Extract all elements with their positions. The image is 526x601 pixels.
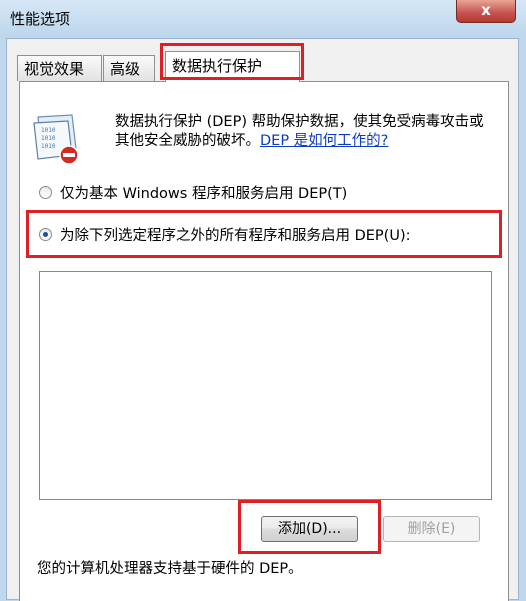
tab-data-execution-prevention[interactable]: 数据执行保护 (165, 51, 300, 82)
dep-description: 数据执行保护 (DEP) 帮助保护数据，使其免受病毒攻击或其他安全威胁的破坏。D… (115, 113, 495, 151)
performance-options-dialog: 视觉效果 高级 数据执行保护 1010 1010 1010 数据执行保护 (DE… (6, 38, 519, 601)
radio-essential-only[interactable]: 仅为基本 Windows 程序和服务启用 DEP(T) (39, 182, 347, 203)
window-title: 性能选项 (10, 10, 71, 28)
radio-all-except-button[interactable] (39, 228, 52, 241)
binary-text: 1010 (41, 127, 56, 134)
program-listbox[interactable] (39, 271, 492, 500)
tab-label: 数据执行保护 (172, 57, 263, 75)
tab-label: 高级 (110, 60, 141, 78)
binary-text: 1010 (41, 135, 56, 142)
close-button[interactable]: x (456, 0, 516, 23)
tab-label: 视觉效果 (24, 60, 85, 78)
tab-visual-effects[interactable]: 视觉效果 (17, 55, 102, 81)
tab-advanced[interactable]: 高级 (103, 55, 155, 81)
dep-help-link[interactable]: DEP 是如何工作的? (260, 133, 388, 149)
hardware-dep-status: 您的计算机处理器支持基于硬件的 DEP。 (37, 561, 303, 577)
radio-all-except[interactable]: 为除下列选定程序之外的所有程序和服务启用 DEP(U): (39, 224, 411, 245)
close-icon: x (481, 1, 491, 19)
add-button-label: 添加(D)... (277, 521, 342, 537)
radio-essential-only-label: 仅为基本 Windows 程序和服务启用 DEP(T) (60, 186, 348, 202)
binary-text: 1010 (41, 143, 56, 150)
title-bar: 性能选项 x (0, 0, 526, 38)
radio-essential-only-button[interactable] (39, 186, 52, 199)
dep-shield-icon: 1010 1010 1010 (33, 114, 79, 165)
remove-button[interactable]: 删除(E) (383, 516, 480, 542)
add-button[interactable]: 添加(D)... (261, 516, 358, 542)
remove-button-label: 删除(E) (407, 521, 456, 537)
radio-all-except-label: 为除下列选定程序之外的所有程序和服务启用 DEP(U): (60, 228, 411, 244)
